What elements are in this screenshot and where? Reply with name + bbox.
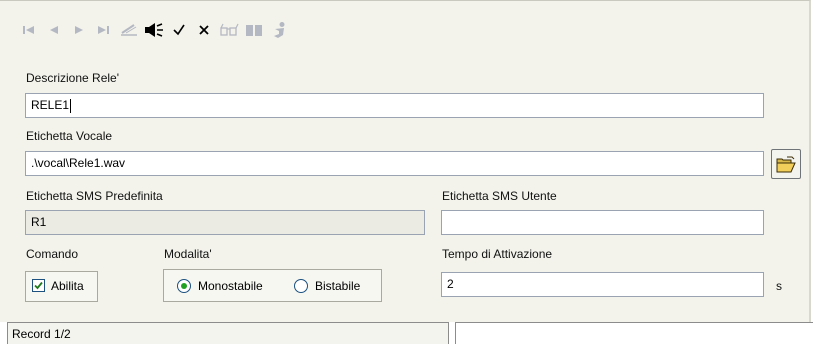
abilita-label: Abilita	[51, 279, 84, 293]
last-record-icon[interactable]	[93, 19, 115, 41]
next-record-icon[interactable]	[68, 19, 90, 41]
bistabile-radio[interactable]	[294, 279, 308, 293]
tempo-input[interactable]: 2	[441, 272, 764, 297]
browse-file-button[interactable]	[771, 149, 801, 179]
checkbox-box[interactable]	[32, 279, 45, 292]
check-icon	[34, 281, 43, 290]
edit-icon[interactable]	[118, 19, 140, 41]
descrizione-input[interactable]: RELE1	[25, 93, 764, 118]
sms-predefinita-input: R1	[25, 210, 425, 235]
monostabile-radio[interactable]	[177, 279, 191, 293]
descrizione-value: RELE1	[31, 98, 70, 112]
monostabile-label[interactable]: Monostabile	[198, 279, 263, 293]
open-folder-icon	[776, 156, 796, 172]
etichetta-vocale-input[interactable]: .\vocal\Rele1.wav	[25, 151, 764, 176]
status-panel	[455, 322, 813, 344]
sms-utente-input[interactable]	[441, 210, 764, 235]
sms-utente-label: Etichetta SMS Utente	[442, 189, 557, 203]
radio-selected-dot	[181, 283, 187, 289]
bistabile-label[interactable]: Bistabile	[315, 279, 360, 293]
first-record-icon[interactable]	[18, 19, 40, 41]
etichetta-vocale-label: Etichetta Vocale	[26, 129, 113, 143]
abilita-checkbox[interactable]: Abilita	[25, 271, 98, 302]
speaker-icon[interactable]	[143, 19, 165, 41]
form-panel: Descrizione Rele' RELE1 Etichetta Vocale…	[0, 0, 811, 322]
navigation-toolbar	[18, 19, 293, 41]
book-icon[interactable]	[243, 19, 265, 41]
text-caret	[70, 98, 72, 113]
glasses-icon[interactable]	[218, 19, 240, 41]
confirm-checkmark-icon[interactable]	[168, 19, 190, 41]
tempo-label: Tempo di Attivazione	[442, 247, 553, 261]
tempo-unit: s	[776, 279, 782, 293]
record-counter: Record 1/2	[7, 322, 449, 344]
person-icon[interactable]	[268, 19, 290, 41]
descrizione-label: Descrizione Rele'	[26, 71, 119, 85]
cancel-x-icon[interactable]	[193, 19, 215, 41]
modalita-label: Modalita'	[164, 247, 212, 261]
previous-record-icon[interactable]	[43, 19, 65, 41]
modalita-group: Monostabile Bistabile	[163, 269, 382, 302]
comando-label: Comando	[26, 247, 79, 261]
sms-predefinita-label: Etichetta SMS Predefinita	[26, 189, 163, 203]
